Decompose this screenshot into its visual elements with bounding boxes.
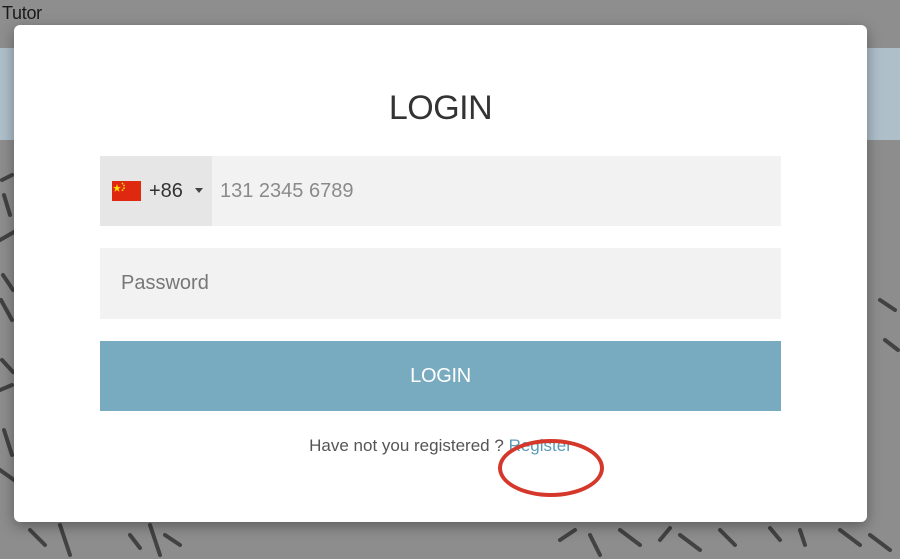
login-button[interactable]: LOGIN (100, 341, 781, 411)
register-link[interactable]: Register (509, 436, 572, 455)
login-modal: LOGIN +86 LOGIN Have not you registered … (14, 25, 867, 522)
password-input[interactable] (100, 248, 781, 319)
register-prompt-row: Have not you registered ? Register (14, 436, 867, 456)
chevron-down-icon (195, 188, 203, 193)
china-flag-icon (112, 181, 141, 201)
register-prompt-text: Have not you registered (309, 436, 490, 455)
phone-field-group: +86 (100, 156, 781, 226)
dial-code-label: +86 (149, 180, 183, 202)
modal-title: LOGIN (388, 89, 493, 127)
country-code-selector[interactable]: +86 (100, 156, 212, 226)
phone-number-input[interactable] (212, 156, 781, 226)
register-question-mark: ? (494, 436, 504, 455)
